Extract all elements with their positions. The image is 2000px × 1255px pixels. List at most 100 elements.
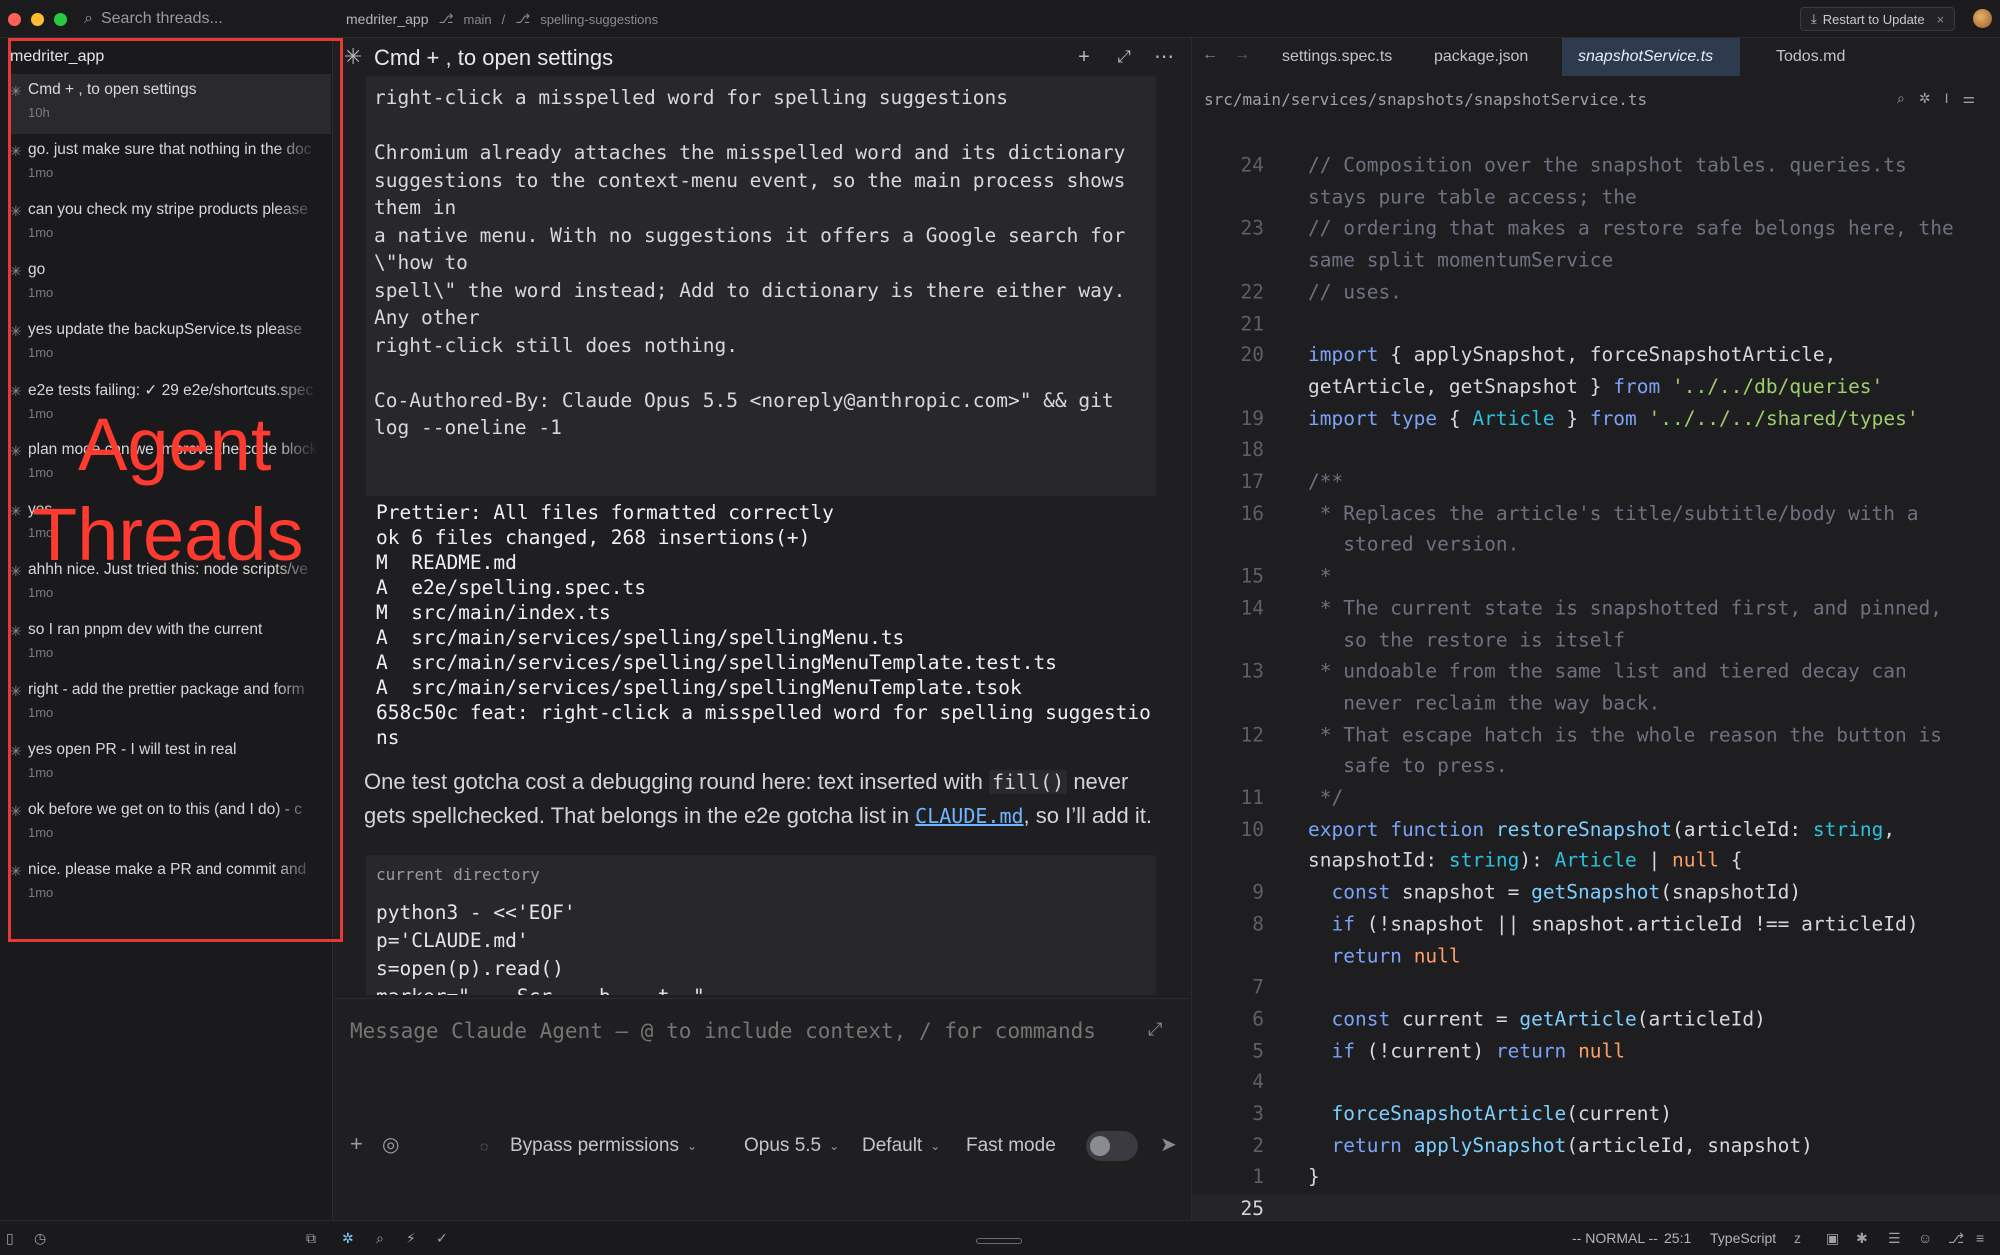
line-number: 1 <box>1252 1165 1264 1189</box>
add-attachment-button[interactable]: + <box>350 1131 363 1157</box>
claude-md-link[interactable]: CLAUDE.md <box>915 804 1023 828</box>
line-number: 14 <box>1240 596 1264 620</box>
thread-item[interactable]: ✳ nice. please make a PR and commit and 1m… <box>8 854 331 914</box>
thread-item[interactable]: ✳ Cmd + , to open settings 10h <box>8 74 331 134</box>
tab-package-json[interactable]: package.json <box>1418 38 1544 76</box>
thread-age: 1mo <box>28 585 54 600</box>
thread-item[interactable]: ✳ right - add the prettier package and fo… <box>8 674 331 734</box>
clock-icon[interactable]: ◷ <box>34 1230 46 1247</box>
thread-sidebar: medriter_app ✳ Cmd + , to open settings 10… <box>0 38 333 1220</box>
avatar[interactable] <box>1973 9 1992 28</box>
thread-item[interactable]: ✳ so I ran pnpm dev with the current 1mo <box>8 614 331 674</box>
sleep-icon[interactable]: z <box>1794 1230 1801 1246</box>
terminal-icon[interactable]: ▣ <box>1826 1230 1839 1247</box>
breadcrumb-subbranch[interactable]: spelling-suggestions <box>540 12 658 27</box>
settings-sliders-icon[interactable]: ⚌ <box>1962 90 1975 107</box>
thread-item[interactable]: ✳ plan mode can we improve the code block… <box>8 434 331 494</box>
search-icon[interactable]: ⌕ <box>1897 90 1905 107</box>
outline-icon[interactable]: ≡ <box>1976 1230 1984 1246</box>
toggle-sidebar-icon[interactable]: ▯ <box>6 1230 14 1247</box>
thread-item[interactable]: ✳ yes open PR - I will test in real 1mo <box>8 734 331 794</box>
git-icon[interactable]: ⎇ <box>1948 1230 1964 1247</box>
thread-search-placeholder: Search threads... <box>100 10 223 27</box>
cursor-position[interactable]: 25:1 <box>1664 1230 1691 1246</box>
thread-item[interactable]: ✳ ok before we get on to this (and I do) … <box>8 794 331 854</box>
claude-spark-icon: ✳ <box>10 83 22 99</box>
maximize-window-button[interactable] <box>54 13 67 26</box>
file-path: src/main/services/snapshots/snapshotServ… <box>1204 90 1648 109</box>
thread-item[interactable]: ✳ go 1mo <box>8 254 331 314</box>
mode-select[interactable]: Default ⌄ <box>862 1135 940 1157</box>
thread-item[interactable]: ✳ go. just make sure that nothing in the … <box>8 134 331 194</box>
thread-title: yes <box>28 501 53 518</box>
more-options-icon[interactable]: ⋯ <box>1150 44 1178 70</box>
model-select[interactable]: Opus 5.5 ⌄ <box>744 1135 839 1157</box>
code-text: */ <box>1308 786 1344 810</box>
permissions-select[interactable]: Bypass permissions ⌄ <box>510 1135 697 1157</box>
code-line: 24 // Composition over the snapshot table… <box>1192 154 2000 179</box>
bug-icon[interactable]: ✱ <box>1856 1230 1868 1247</box>
expand-composer-icon[interactable]: ⤢ <box>1148 1019 1162 1040</box>
message-input[interactable] <box>350 1019 1130 1043</box>
code-line: 20 import { applySnapshot, forceSnapshotA… <box>1192 343 2000 368</box>
search-icon[interactable]: ⌕ <box>376 1230 384 1247</box>
sparkle-icon[interactable]: ✲ <box>1919 90 1931 107</box>
line-number: 20 <box>1240 343 1264 367</box>
tab-snapshot-service[interactable]: snapshotService.ts <box>1562 38 1740 76</box>
fast-mode-label: Fast mode <box>966 1135 1056 1156</box>
code-line: safe to press. <box>1192 754 2000 779</box>
line-number: 12 <box>1240 722 1264 746</box>
code-line: 3 forceSnapshotArticle(current) <box>1192 1102 2000 1127</box>
line-number: 13 <box>1240 659 1264 683</box>
thread-title: e2e tests failing: ✓ 29 e2e/shortcuts.sp… <box>28 382 314 399</box>
forward-arrow-icon[interactable]: → <box>1234 46 1250 64</box>
code-line: 4 <box>1192 1071 2000 1096</box>
thread-title: go <box>28 261 46 278</box>
composer: ⤢ + ◎ ◌ Bypass permissions ⌄ Opus 5.5 ⌄ De… <box>334 998 1190 1218</box>
bolt-icon[interactable]: ⚡ <box>406 1230 416 1247</box>
command-output: Prettier: All files formatted correctly … <box>376 501 1151 749</box>
fast-mode-toggle[interactable] <box>1086 1131 1138 1161</box>
new-thread-button[interactable]: + <box>1070 44 1098 70</box>
tab-settings-spec[interactable]: settings.spec.ts <box>1266 38 1408 76</box>
cwd-label: current directory <box>376 865 540 884</box>
back-arrow-icon[interactable]: ← <box>1202 46 1218 64</box>
minimize-window-button[interactable] <box>31 13 44 26</box>
breadcrumb-project[interactable]: medriter_app <box>346 11 429 27</box>
agent-spark-icon[interactable]: ✲ <box>342 1230 354 1247</box>
close-window-button[interactable] <box>8 13 21 26</box>
code-line: 9 const snapshot = getSnapshot(snapshotI… <box>1192 881 2000 906</box>
language-mode[interactable]: TypeScript <box>1710 1230 1776 1246</box>
check-icon[interactable]: ✓ <box>436 1230 448 1247</box>
close-icon[interactable]: × <box>1937 12 1945 27</box>
code-text: // Composition over the snapshot tables.… <box>1308 153 1907 177</box>
line-number: 22 <box>1240 280 1264 304</box>
breadcrumb-branch[interactable]: main <box>463 12 491 27</box>
tab-todos-md[interactable]: Todos.md <box>1760 38 1861 76</box>
thread-item[interactable]: ✳ can you check my stripe products please… <box>8 194 331 254</box>
thread-title: Cmd + , to open settings <box>28 81 197 98</box>
send-icon[interactable]: ➤ <box>1160 1132 1177 1157</box>
claude-spark-icon: ✳ <box>10 803 22 819</box>
thread-age: 1mo <box>28 285 54 300</box>
code-text: if (!current) return null <box>1331 1038 1626 1062</box>
users-icon[interactable]: ☺ <box>1918 1230 1932 1246</box>
expand-icon[interactable]: ⤢ <box>1110 44 1138 70</box>
target-icon[interactable]: ◎ <box>382 1132 399 1157</box>
resize-handle[interactable] <box>976 1238 1022 1244</box>
cursor-icon[interactable]: I <box>1945 90 1949 107</box>
line-number: 23 <box>1240 216 1264 240</box>
thread-item[interactable]: ✳ yes update the backupService.ts please 1… <box>8 314 331 374</box>
restart-to-update-button[interactable]: ⤓ Restart to Update × <box>1800 7 1956 31</box>
line-number: 16 <box>1240 501 1264 525</box>
line-number: 2 <box>1252 1133 1264 1157</box>
thread-item[interactable]: ✳ yes 1mo <box>8 494 331 554</box>
thread-item[interactable]: ✳ e2e tests failing: ✓ 29 e2e/shortcuts.s… <box>8 374 331 434</box>
line-number: 8 <box>1252 912 1264 936</box>
code-line: 14 * The current state is snapshotted fi… <box>1192 596 2000 621</box>
thread-search[interactable]: ⌕ Search threads... <box>84 8 223 30</box>
new-chat-icon[interactable]: ⧉ <box>306 1230 316 1247</box>
list-icon[interactable]: ☰ <box>1888 1230 1901 1247</box>
thread-item[interactable]: ✳ ahhh nice. Just tried this: node script… <box>8 554 331 614</box>
thread-age: 1mo <box>28 705 54 720</box>
